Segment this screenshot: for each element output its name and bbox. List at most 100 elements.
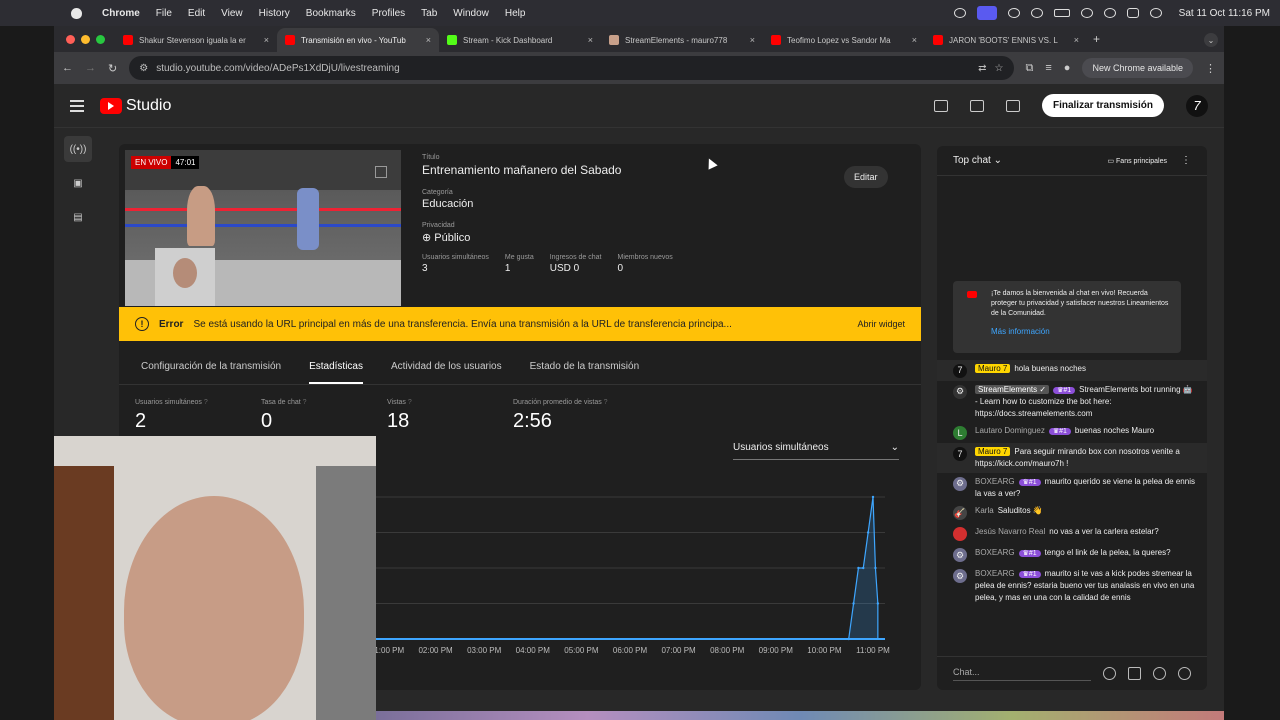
chat-avatar[interactable]: ⚙ bbox=[953, 569, 967, 584]
screen-record-icon[interactable] bbox=[953, 8, 966, 18]
close-tab-icon[interactable]: × bbox=[426, 35, 431, 45]
chat-avatar[interactable]: ⚙ bbox=[953, 476, 967, 491]
wifi-icon[interactable] bbox=[1080, 8, 1093, 18]
chat-author[interactable]: Mauro 7 bbox=[975, 447, 1011, 457]
chat-author[interactable]: BOXEARG bbox=[975, 548, 1015, 557]
help-icon[interactable]: ? bbox=[408, 399, 412, 406]
emoji-icon[interactable] bbox=[1103, 667, 1116, 680]
new-tab-icon[interactable]: + bbox=[1093, 32, 1100, 46]
chat-author[interactable]: Jesús Navarro Real bbox=[975, 527, 1045, 536]
menu-file[interactable]: File bbox=[156, 8, 172, 19]
menu-profiles[interactable]: Profiles bbox=[372, 8, 405, 19]
menu-help[interactable]: Help bbox=[505, 8, 526, 19]
chat-message[interactable]: ⚙ BOXEARG ♛#1 maurito si te vas a kick pode… bbox=[937, 565, 1207, 606]
menu-icon[interactable] bbox=[70, 99, 84, 112]
menu-history[interactable]: History bbox=[259, 8, 290, 19]
chat-avatar[interactable]: ⚙ bbox=[953, 385, 967, 399]
chat-options-icon[interactable]: ⋮ bbox=[1181, 155, 1191, 166]
chat-message[interactable]: 🎸 Karla Saluditos 👋 bbox=[937, 502, 1207, 523]
browser-tab[interactable]: Teofimo Lopez vs Sandor Ma × bbox=[763, 28, 925, 52]
close-tab-icon[interactable]: × bbox=[588, 35, 593, 45]
avatar[interactable]: 7 bbox=[1186, 94, 1208, 117]
extensions-icon[interactable]: ⧉ bbox=[1026, 62, 1034, 75]
chat-message[interactable]: ⚙ BOXEARG ♛#1 maurito querido se viene la p… bbox=[937, 473, 1207, 503]
chat-mode-dropdown[interactable]: Top chat ⌄ bbox=[953, 155, 1002, 166]
controls-icon[interactable] bbox=[1007, 8, 1020, 18]
siri-icon[interactable] bbox=[1149, 8, 1162, 18]
chat-avatar[interactable]: 7 bbox=[953, 447, 967, 462]
chat-avatar[interactable]: ⚙ bbox=[953, 548, 967, 563]
clapper-icon[interactable] bbox=[933, 99, 948, 112]
section-tab[interactable]: Configuración de la transmisión bbox=[141, 353, 281, 384]
metric-selector[interactable]: Usuarios simultáneos ⌄ bbox=[733, 442, 899, 460]
studio-logo[interactable]: Studio bbox=[100, 97, 171, 115]
browser-tab[interactable]: Shakur Stevenson iguala la er × bbox=[115, 28, 277, 52]
chat-input[interactable]: Chat... bbox=[953, 667, 1091, 681]
calendar-icon[interactable]: ▤ bbox=[64, 204, 92, 230]
share-icon[interactable] bbox=[1005, 99, 1020, 112]
dock[interactable] bbox=[376, 711, 1224, 720]
menu-chrome[interactable]: Chrome bbox=[102, 8, 140, 19]
section-tab[interactable]: Estado de la transmisión bbox=[530, 353, 640, 384]
browser-tab[interactable]: JARON 'BOOTS' ENNIS VS. L × bbox=[925, 28, 1087, 52]
stream-preview[interactable]: EN VIVO 47:01 bbox=[125, 150, 401, 306]
close-tab-icon[interactable]: × bbox=[264, 35, 269, 45]
help-icon[interactable]: ? bbox=[303, 399, 307, 406]
address-bar[interactable]: ⚙ studio.youtube.com/video/ADePs1XdDjU/l… bbox=[129, 56, 1014, 80]
browser-tab[interactable]: Stream - Kick Dashboard × bbox=[439, 28, 601, 52]
top-fans-button[interactable]: ▭ Fans principales bbox=[1107, 157, 1167, 165]
browser-tab[interactable]: StreamElements - mauro778 × bbox=[601, 28, 763, 52]
apple-icon[interactable] bbox=[66, 6, 86, 20]
chat-author[interactable]: BOXEARG bbox=[975, 477, 1015, 486]
section-tab[interactable]: Estadísticas bbox=[309, 353, 363, 384]
reload-icon[interactable]: ↻ bbox=[108, 62, 117, 75]
browser-tab[interactable]: Transmisión en vivo - YouTub × bbox=[277, 28, 439, 52]
chat-avatar[interactable]: 7 bbox=[953, 364, 967, 378]
close-tab-icon[interactable]: × bbox=[750, 35, 755, 45]
camera-icon[interactable]: ▣ bbox=[64, 170, 92, 196]
super-chat-icon[interactable] bbox=[1128, 667, 1141, 680]
chat-message[interactable]: ⚙ StreamElements ✓ ♛#1 StreamElements bot r… bbox=[937, 381, 1207, 422]
close-window-button[interactable] bbox=[66, 35, 75, 44]
chat-author[interactable]: BOXEARG bbox=[975, 569, 1015, 578]
zoom-window-button[interactable] bbox=[96, 35, 105, 44]
chat-author[interactable]: Mauro 7 bbox=[975, 364, 1011, 373]
more-info-link[interactable]: Más información bbox=[991, 326, 1171, 337]
search-icon[interactable] bbox=[1103, 8, 1116, 18]
chat-message[interactable]: L Lautaro Dominguez ♛#1 buenas noches Mauro bbox=[937, 422, 1207, 443]
chat-avatar[interactable]: 🎸 bbox=[953, 506, 967, 521]
chat-author[interactable]: Karla bbox=[975, 506, 994, 515]
forward-icon[interactable]: → bbox=[85, 62, 96, 74]
bookmark-star-icon[interactable]: ☆ bbox=[995, 63, 1004, 74]
close-tab-icon[interactable]: × bbox=[912, 35, 917, 45]
finish-stream-button[interactable]: Finalizar transmisión bbox=[1041, 94, 1164, 117]
site-info-icon[interactable]: ⚙ bbox=[139, 63, 148, 74]
chat-avatar[interactable]: L bbox=[953, 426, 967, 441]
profile-icon[interactable]: ● bbox=[1064, 62, 1071, 74]
chat-message[interactable]: Jesús Navarro Real no vas a ver la carler… bbox=[937, 523, 1207, 544]
chrome-menu-icon[interactable]: ⋮ bbox=[1205, 62, 1216, 75]
chat-message[interactable]: 7 Mauro 7 hola buenas noches bbox=[937, 360, 1207, 381]
section-tab[interactable]: Actividad de los usuarios bbox=[391, 353, 502, 384]
control-center-icon[interactable] bbox=[1126, 8, 1139, 18]
bookmark-icon[interactable] bbox=[969, 99, 984, 112]
battery-icon[interactable] bbox=[1053, 9, 1070, 17]
new-chrome-available-button[interactable]: New Chrome available bbox=[1082, 58, 1193, 78]
help-icon[interactable]: ? bbox=[204, 399, 208, 406]
menu-view[interactable]: View bbox=[221, 8, 243, 19]
translate-icon[interactable]: ⇄ bbox=[978, 63, 986, 74]
live-broadcast-icon[interactable]: ((•)) bbox=[64, 136, 92, 162]
chat-message[interactable]: 7 Mauro 7 Para seguir mirando box con noso… bbox=[937, 443, 1207, 473]
menu-tab[interactable]: Tab bbox=[421, 8, 437, 19]
chat-message[interactable]: ⚙ BOXEARG ♛#1 tengo el link de la pelea, la… bbox=[937, 544, 1207, 565]
heart-icon[interactable] bbox=[1178, 667, 1191, 680]
chat-author[interactable]: StreamElements ✓ bbox=[975, 385, 1050, 394]
menu-bookmarks[interactable]: Bookmarks bbox=[306, 8, 356, 19]
minimize-window-button[interactable] bbox=[81, 35, 90, 44]
chat-avatar[interactable] bbox=[953, 527, 967, 542]
menu-window[interactable]: Window bbox=[453, 8, 489, 19]
clock[interactable]: Sat 11 Oct 11:16 PM bbox=[1179, 8, 1270, 19]
back-icon[interactable]: ← bbox=[62, 62, 73, 74]
edit-button[interactable]: Editar bbox=[844, 166, 888, 188]
menu-edit[interactable]: Edit bbox=[188, 8, 205, 19]
